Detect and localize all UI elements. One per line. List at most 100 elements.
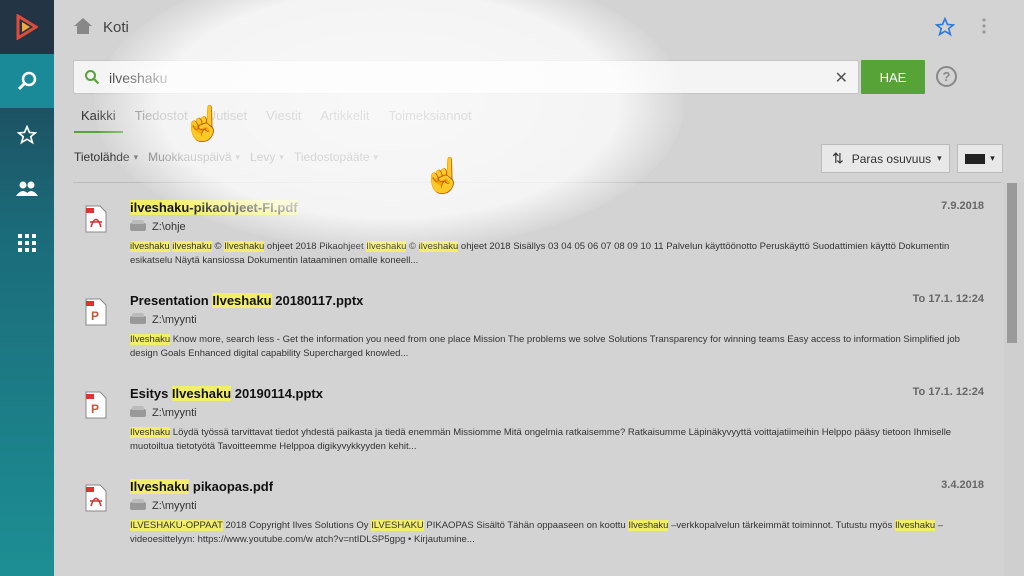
drive-icon xyxy=(130,313,146,324)
result-title-text: pikaopas.pdf xyxy=(189,479,274,494)
result-date: To 17.1. 12:24 xyxy=(912,386,984,398)
tab-kaikki[interactable]: Kaikki xyxy=(74,103,123,133)
help-icon[interactable]: ? xyxy=(936,66,957,87)
chevron-down-icon: ▾ xyxy=(937,153,942,163)
search-button[interactable]: HAE xyxy=(861,60,925,94)
snippet-text: ohjeet 2018 Pikaohjeet xyxy=(264,241,367,252)
snippet-text: © xyxy=(406,241,419,252)
result-title-text: 20190114.pptx xyxy=(231,386,323,401)
result-title[interactable]: Esitys Ilveshaku 20190114.pptx xyxy=(130,386,323,401)
result-path[interactable]: Z:\ohje xyxy=(130,220,186,233)
hand-cursor-icon: ☝ xyxy=(182,105,225,143)
more-menu-icon[interactable] xyxy=(982,18,986,39)
snippet-text: –verkkopalvelun tärkeimmät toiminnot. Tu… xyxy=(668,520,895,531)
chevron-down-icon: ▾ xyxy=(373,151,379,162)
snippet-highlight: Ilveshaku xyxy=(224,241,265,252)
hand-cursor-icon: ☝ xyxy=(422,157,465,195)
snippet-highlight: Ilveshaku xyxy=(130,427,171,438)
pptx-file-icon: P xyxy=(84,391,108,419)
result-path-text: Z:\ohje xyxy=(152,221,186,233)
snippet-text: 2018 Copyright Ilves Solutions Oy xyxy=(222,520,372,531)
result-title[interactable]: Ilveshaku pikaopas.pdf xyxy=(130,479,273,494)
result-title-highlight: Ilveshaku xyxy=(171,386,232,401)
result-title-text: Presentation xyxy=(130,293,213,308)
sidebar-favorites-icon[interactable] xyxy=(0,108,54,162)
filter-tiedostopaate[interactable]: Tiedostopääte ▾ xyxy=(294,150,378,164)
result-snippet: ilveshaku ilveshaku © Ilveshaku ohjeet 2… xyxy=(130,240,970,268)
search-icon xyxy=(84,69,100,90)
result-path-text: Z:\myynti xyxy=(152,407,197,419)
sort-dropdown[interactable]: ⇅ Paras osuvuus ▾ xyxy=(821,144,950,173)
chevron-down-icon: ▾ xyxy=(279,151,284,162)
snippet-text: PIKAOPAS Sisältö Tähän oppaaseen on koot… xyxy=(423,520,629,531)
filter-tietolahde[interactable]: Tietolähde ▾ xyxy=(74,150,138,164)
filter-bar: Tietolähde ▾ Muokkauspäivä ▾ Levy ▾ Tiedost… xyxy=(74,150,388,164)
result-snippet: ILVESHAKU-OPPAAT 2018 Copyright Ilves So… xyxy=(130,519,970,547)
filter-label: Muokkauspäivä xyxy=(148,150,232,164)
search-input[interactable] xyxy=(109,67,809,89)
snippet-text: Know more, search less - Get the informa… xyxy=(130,334,960,359)
tab-artikkelit[interactable]: Artikkelit xyxy=(313,103,376,133)
filter-muokkauspaiva[interactable]: Muokkauspäivä ▾ xyxy=(148,150,240,164)
view-mode-dropdown[interactable]: ▾ xyxy=(957,144,1003,173)
result-path-text: Z:\myynti xyxy=(152,314,197,326)
chevron-down-icon: ▾ xyxy=(133,151,139,162)
result-snippet: Ilveshaku Löydä työssä tarvittavat tiedo… xyxy=(130,426,970,454)
result-date: 3.4.2018 xyxy=(941,479,984,491)
main-content: Koti ✕ HAE ? Kaikki Tiedostot Uutiset Vi… xyxy=(54,0,1024,576)
home-icon[interactable] xyxy=(74,18,92,39)
snippet-highlight: ILVESHAKU xyxy=(371,520,424,531)
snippet-highlight: ILVESHAKU-OPPAAT xyxy=(130,520,223,531)
result-title[interactable]: Presentation Ilveshaku 20180117.pptx xyxy=(130,293,363,308)
snippet-highlight: Ilveshaku xyxy=(366,241,407,252)
snippet-highlight: ilveshaku xyxy=(130,241,170,252)
svg-text:P: P xyxy=(91,309,99,323)
tab-toimeksiannot[interactable]: Toimeksiannot xyxy=(381,103,478,133)
sidebar-search-icon[interactable] xyxy=(0,54,54,108)
result-title[interactable]: ilveshaku-pikaohjeet-FI.pdf xyxy=(130,200,298,215)
snippet-text: Löydä työssä tarvittavat tiedot yhdestä … xyxy=(130,427,952,452)
sidebar-users-icon[interactable] xyxy=(0,162,54,216)
result-title-text: 20180117.pptx xyxy=(271,293,364,308)
top-bar: Koti xyxy=(54,0,1004,54)
sidebar xyxy=(0,0,54,576)
snippet-highlight: ilveshaku xyxy=(418,241,459,252)
clear-search-icon[interactable]: ✕ xyxy=(835,68,848,88)
sort-arrows-icon: ⇅ xyxy=(832,150,844,166)
list-view-icon xyxy=(965,153,986,164)
chevron-down-icon: ▾ xyxy=(235,151,241,162)
search-box: ✕ xyxy=(73,60,859,94)
snippet-text: © xyxy=(211,241,225,252)
snippet-highlight: Ilveshaku xyxy=(628,520,669,531)
tab-viestit[interactable]: Viestit xyxy=(259,103,308,133)
result-date: To 17.1. 12:24 xyxy=(912,293,984,305)
snippet-highlight: Ilveshaku xyxy=(130,334,171,345)
result-title-highlight: Ilveshaku xyxy=(212,293,272,308)
result-date: 7.9.2018 xyxy=(941,200,984,212)
snippet-highlight: ilveshaku xyxy=(172,241,212,252)
sidebar-apps-icon[interactable] xyxy=(0,216,54,270)
scrollbar-thumb[interactable] xyxy=(1007,183,1017,343)
filter-levy[interactable]: Levy ▾ xyxy=(250,150,284,164)
filter-label: Tietolähde xyxy=(74,150,130,164)
favorite-star-icon[interactable] xyxy=(934,16,956,42)
pptx-file-icon: P xyxy=(84,298,108,326)
page-title: Koti xyxy=(103,19,129,36)
result-title-highlight: Ilveshaku xyxy=(130,479,190,494)
result-path[interactable]: Z:\myynti xyxy=(130,499,197,512)
result-title-highlight: ilveshaku-pikaohjeet-FI.pdf xyxy=(130,200,298,215)
app-logo-icon[interactable] xyxy=(0,0,54,54)
pdf-file-icon xyxy=(84,205,108,233)
result-tabs: Kaikki Tiedostot Uutiset Viestit Artikke… xyxy=(74,103,484,133)
result-path-text: Z:\myynti xyxy=(152,500,197,512)
drive-icon xyxy=(130,406,146,417)
result-snippet: Ilveshaku Know more, search less - Get t… xyxy=(130,333,970,361)
filter-label: Tiedostopääte xyxy=(293,150,370,164)
sort-label: Paras osuvuus xyxy=(851,151,932,166)
svg-text:P: P xyxy=(91,402,99,416)
result-path[interactable]: Z:\myynti xyxy=(130,406,197,419)
divider xyxy=(73,182,1001,183)
result-path[interactable]: Z:\myynti xyxy=(130,313,197,326)
pdf-file-icon xyxy=(84,484,108,512)
snippet-highlight: Ilveshaku xyxy=(894,520,936,531)
